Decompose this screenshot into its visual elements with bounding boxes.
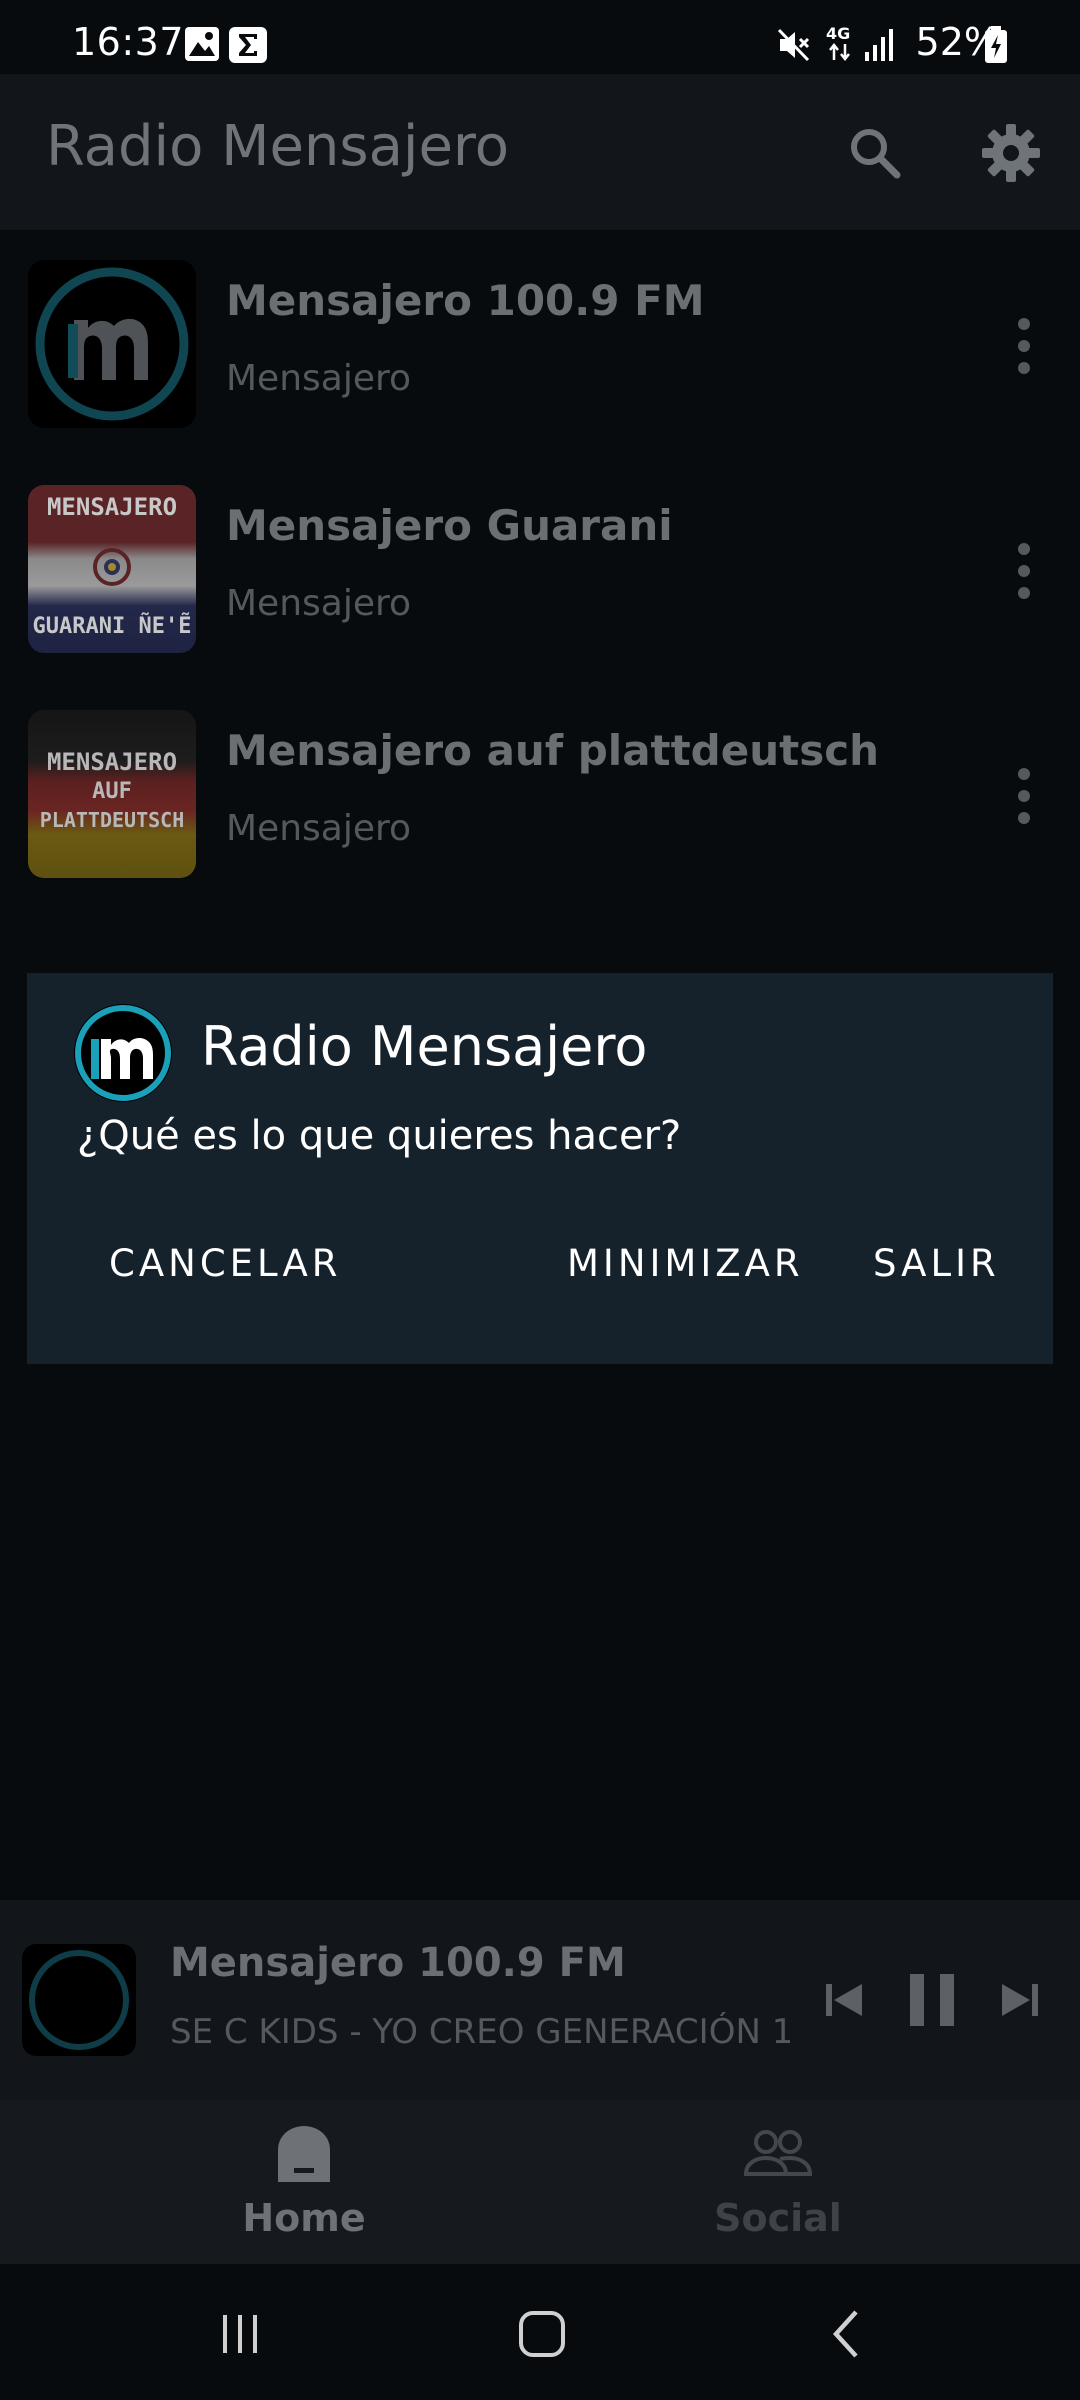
station-subtitle: Mensajero <box>226 583 412 624</box>
more-vert-icon <box>1018 768 1030 780</box>
home-outline-icon <box>519 2311 565 2357</box>
system-navigation-bar <box>0 2264 1080 2400</box>
exit-dialog: Radio Mensajero ¿Qué es lo que quieres h… <box>27 973 1053 1364</box>
group-icon <box>743 2130 813 2176</box>
data-arrows-icon <box>829 42 850 62</box>
pause-icon <box>910 1974 954 2026</box>
back-icon <box>832 2310 858 2358</box>
more-vert-icon <box>1018 543 1030 555</box>
list-item[interactable]: MENSAJERO AUF PLATTDEUTSCH Mensajero auf… <box>0 680 1080 905</box>
image-icon <box>185 27 219 61</box>
station-title: Mensajero Guarani <box>226 501 673 550</box>
signal-icon <box>865 29 893 61</box>
list-item[interactable]: Mensajero 100.9 FM Mensajero <box>0 230 1080 455</box>
network-type: 4G <box>826 24 856 64</box>
app-logo-icon <box>74 1004 172 1102</box>
player-station-title: Mensajero 100.9 FM <box>170 1940 626 1986</box>
exit-button[interactable]: SALIR <box>873 1223 1000 1303</box>
station-thumbnail <box>28 260 196 428</box>
station-list: Mensajero 100.9 FM Mensajero MENSAJERO G… <box>0 230 1080 930</box>
mini-player[interactable]: Mensajero 100.9 FM SE C KIDS - YO CREO G… <box>0 1900 1080 2100</box>
paraguay-seal <box>93 548 131 586</box>
pause-button[interactable] <box>900 1960 964 2040</box>
more-options-button[interactable] <box>1004 306 1044 386</box>
bottom-navigation: Home Social <box>0 2100 1080 2264</box>
station-thumbnail: MENSAJERO GUARANI ÑE'Ẽ <box>28 485 196 653</box>
player-artwork <box>22 1944 136 2056</box>
station-title: Mensajero 100.9 FM <box>226 276 705 325</box>
back-button[interactable] <box>816 2304 876 2364</box>
search-button[interactable] <box>842 120 908 186</box>
search-icon <box>851 129 901 179</box>
more-options-button[interactable] <box>1004 531 1044 611</box>
settings-button[interactable] <box>978 120 1044 186</box>
skip-previous-icon <box>826 1984 862 2016</box>
gear-icon <box>982 124 1040 182</box>
more-vert-icon <box>1018 318 1030 330</box>
nav-social[interactable]: Social <box>628 2122 928 2252</box>
nav-home-label: Home <box>242 2196 366 2240</box>
station-subtitle: Mensajero <box>226 808 412 849</box>
cancel-button[interactable]: CANCELAR <box>109 1223 342 1303</box>
minimize-button[interactable]: MINIMIZAR <box>567 1223 804 1303</box>
list-item[interactable]: MENSAJERO GUARANI ÑE'Ẽ Mensajero Guarani… <box>0 455 1080 680</box>
station-subtitle: Mensajero <box>226 358 412 399</box>
sigma-icon <box>229 27 267 63</box>
more-options-button[interactable] <box>1004 756 1044 836</box>
home-icon <box>278 2126 330 2182</box>
nav-home[interactable]: Home <box>154 2122 454 2252</box>
recents-button[interactable] <box>210 2304 270 2364</box>
status-bar: 16:37 4G 52% <box>0 0 1080 74</box>
home-system-button[interactable] <box>510 2304 574 2364</box>
previous-button[interactable] <box>816 1960 872 2040</box>
app-title: Radio Mensajero <box>46 114 509 179</box>
now-playing-ticker: SE C KIDS - YO CREO GENERACIÓN 1 <box>170 2012 790 2052</box>
app-bar: Radio Mensajero <box>0 74 1080 230</box>
station-thumbnail: MENSAJERO AUF PLATTDEUTSCH <box>28 710 196 878</box>
dialog-message: ¿Qué es lo que quieres hacer? <box>77 1113 682 1159</box>
nav-social-label: Social <box>714 2196 842 2240</box>
dialog-title: Radio Mensajero <box>201 1015 648 1078</box>
recents-icon <box>223 2315 257 2353</box>
battery-charging-icon <box>985 26 1007 63</box>
next-button[interactable] <box>992 1960 1048 2040</box>
mensajero-logo <box>35 267 189 421</box>
status-time: 16:37 <box>72 20 185 64</box>
skip-next-icon <box>1002 1984 1038 2016</box>
station-title: Mensajero auf plattdeutsch <box>226 726 880 775</box>
mute-icon <box>777 28 810 62</box>
